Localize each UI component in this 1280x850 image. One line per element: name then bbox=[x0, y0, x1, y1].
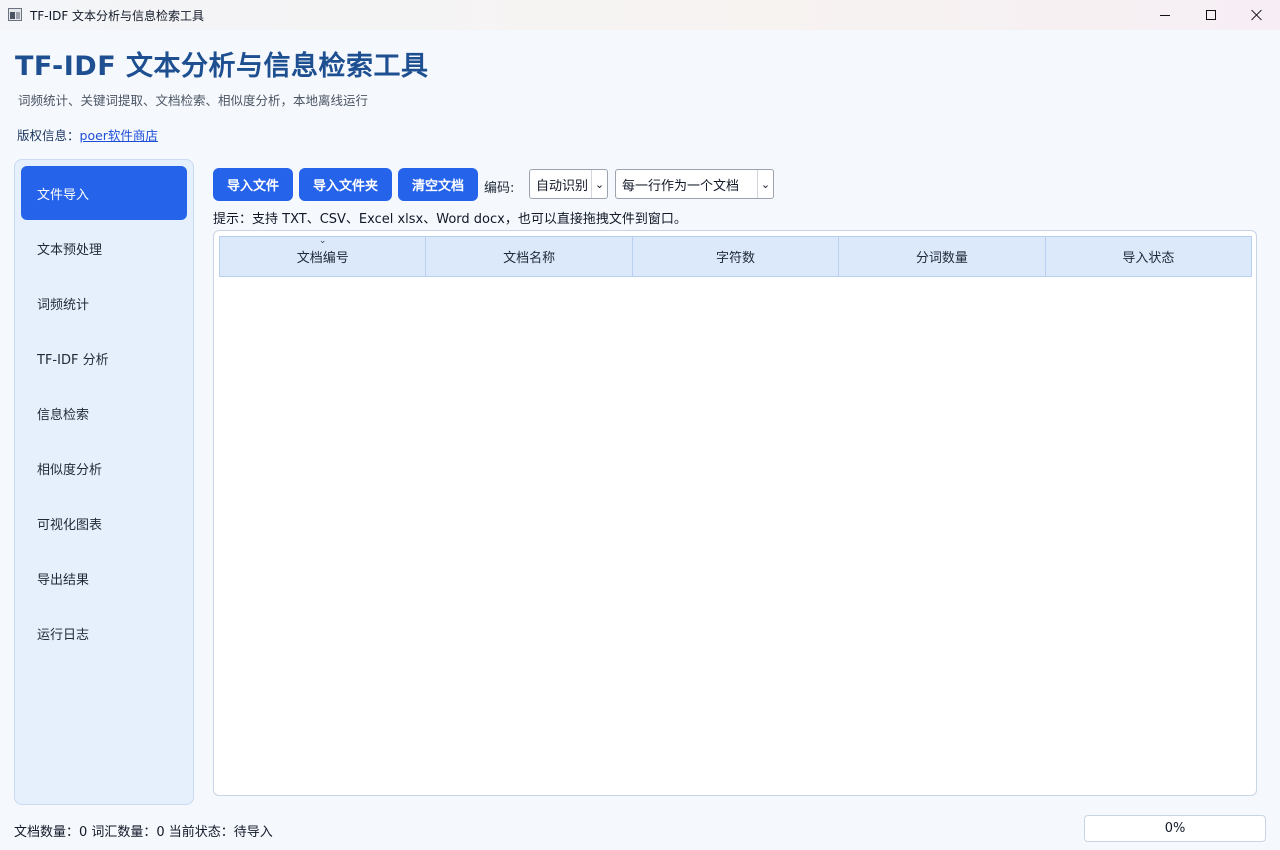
sidebar-item-term-frequency[interactable]: 词频统计 bbox=[21, 276, 187, 330]
close-button[interactable] bbox=[1234, 0, 1280, 30]
column-header-import-status[interactable]: 导入状态 bbox=[1046, 237, 1251, 276]
maximize-icon bbox=[1206, 10, 1216, 20]
page-title: TF-IDF 文本分析与信息检索工具 bbox=[15, 51, 429, 82]
document-table[interactable]: ⌄ 文档编号 文档名称 字符数 分词数量 导入状态 bbox=[213, 230, 1257, 796]
clear-documents-button[interactable]: 清空文档 bbox=[398, 168, 478, 201]
sidebar-item-retrieval[interactable]: 信息检索 bbox=[21, 386, 187, 440]
sidebar-item-export[interactable]: 导出结果 bbox=[21, 551, 187, 605]
document-mode-value: 每一行作为一个文档 bbox=[622, 178, 740, 194]
column-header-label: 字符数 bbox=[716, 251, 756, 266]
window-title: TF-IDF 文本分析与信息检索工具 bbox=[30, 9, 205, 23]
column-header-label: 文档编号 bbox=[296, 251, 349, 266]
encoding-label: 编码: bbox=[484, 181, 515, 196]
close-icon bbox=[1251, 9, 1263, 21]
document-mode-select[interactable]: 每一行作为一个文档 ⌄ bbox=[615, 169, 774, 199]
column-header-token-count[interactable]: 分词数量 bbox=[839, 237, 1046, 276]
copyright-label: 版权信息： bbox=[17, 128, 80, 143]
column-header-char-count[interactable]: 字符数 bbox=[633, 237, 840, 276]
encoding-select[interactable]: 自动识别 ⌄ bbox=[529, 169, 608, 199]
minimize-icon bbox=[1160, 14, 1170, 16]
maximize-button[interactable] bbox=[1188, 0, 1234, 30]
title-bar: TF-IDF 文本分析与信息检索工具 bbox=[0, 0, 1280, 30]
import-hint: 提示：支持 TXT、CSV、Excel xlsx、Word docx，也可以直接… bbox=[213, 212, 687, 227]
sidebar-item-tfidf[interactable]: TF-IDF 分析 bbox=[21, 331, 187, 385]
copyright-link[interactable]: poer软件商店 bbox=[80, 128, 158, 143]
chevron-down-icon: ⌄ bbox=[757, 170, 773, 198]
table-header: ⌄ 文档编号 文档名称 字符数 分词数量 导入状态 bbox=[219, 236, 1252, 277]
minimize-button[interactable] bbox=[1142, 0, 1188, 30]
app-icon bbox=[8, 8, 22, 21]
chevron-down-icon: ⌄ bbox=[591, 170, 607, 198]
progress-value: 0% bbox=[1164, 821, 1186, 836]
progress-indicator: 0% bbox=[1084, 815, 1266, 842]
sidebar-item-log[interactable]: 运行日志 bbox=[21, 606, 187, 660]
import-folder-button[interactable]: 导入文件夹 bbox=[299, 168, 392, 201]
column-header-label: 导入状态 bbox=[1122, 251, 1175, 266]
column-header-label: 文档名称 bbox=[503, 251, 556, 266]
copyright-info: 版权信息：poer软件商店 bbox=[17, 125, 158, 144]
sidebar-item-preprocess[interactable]: 文本预处理 bbox=[21, 221, 187, 275]
column-header-label: 分词数量 bbox=[915, 251, 968, 266]
encoding-value: 自动识别 bbox=[536, 178, 589, 194]
import-file-button[interactable]: 导入文件 bbox=[213, 168, 293, 201]
sidebar-item-similarity[interactable]: 相似度分析 bbox=[21, 441, 187, 495]
page-subtitle: 词频统计、关键词提取、文档检索、相似度分析，本地离线运行 bbox=[18, 93, 369, 108]
sidebar: 文件导入 文本预处理 词频统计 TF-IDF 分析 信息检索 相似度分析 可视化… bbox=[14, 159, 194, 805]
column-header-doc-name[interactable]: 文档名称 bbox=[426, 237, 633, 276]
status-text: 文档数量：0 词汇数量：0 当前状态：待导入 bbox=[14, 825, 273, 840]
sidebar-item-charts[interactable]: 可视化图表 bbox=[21, 496, 187, 550]
column-header-doc-id[interactable]: ⌄ 文档编号 bbox=[220, 236, 427, 276]
sidebar-item-file-import[interactable]: 文件导入 bbox=[21, 166, 187, 220]
sort-indicator-icon: ⌄ bbox=[318, 236, 327, 246]
